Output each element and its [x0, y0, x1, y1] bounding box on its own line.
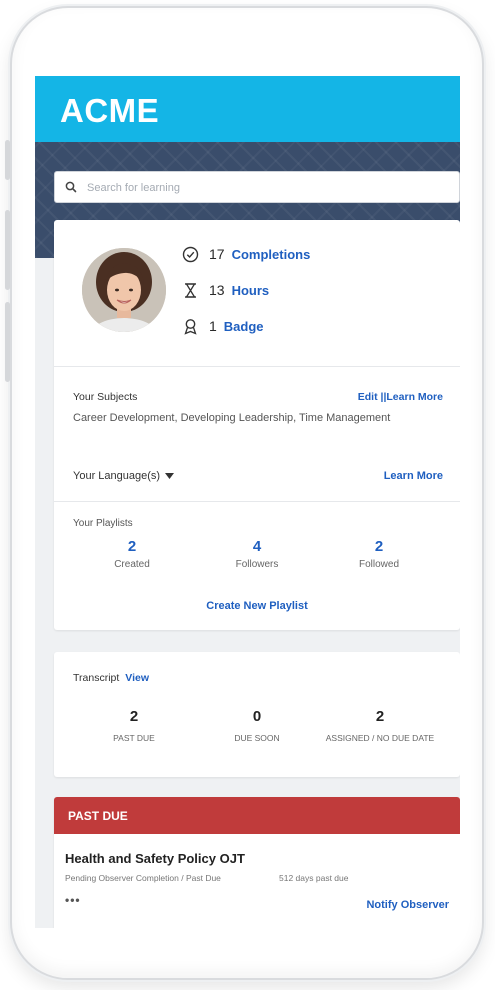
transcript-assigned-stat[interactable]: 2 ASSIGNED / NO DUE DATE: [310, 708, 450, 745]
assigned-label: ASSIGNED / NO DUE DATE: [325, 733, 435, 743]
playlists-followers-label: Followers: [235, 559, 279, 570]
phone-mute-switch: [5, 140, 10, 180]
avatar-photo: [82, 248, 166, 332]
badge-count: 1: [209, 318, 217, 334]
avatar[interactable]: [82, 248, 166, 332]
more-options-button[interactable]: •••: [65, 893, 81, 907]
transcript-due-soon-stat[interactable]: 0 DUE SOON: [187, 708, 327, 745]
past-due-count: 2: [129, 708, 139, 725]
completions-count: 17: [209, 246, 225, 262]
language-label: Your Language(s): [73, 470, 161, 482]
transcript-view-link[interactable]: View: [125, 672, 149, 684]
acme-logo[interactable]: ACME: [60, 92, 159, 130]
transcript-past-due-stat[interactable]: 2 PAST DUE: [64, 708, 204, 745]
playlists-created-label: Created: [114, 559, 150, 570]
transcript-heading: Transcript: [73, 672, 120, 684]
notify-observer-link[interactable]: Notify Observer: [366, 899, 449, 911]
create-new-playlist-link[interactable]: Create New Playlist: [54, 600, 460, 612]
playlists-created-stat[interactable]: 2 Created: [72, 538, 192, 570]
top-bar: ACME: [35, 76, 460, 142]
hours-stat[interactable]: 13 Hours: [182, 279, 269, 301]
search-icon: [65, 181, 77, 193]
assigned-count: 2: [375, 708, 385, 725]
hours-count: 13: [209, 282, 225, 298]
playlists-followers-stat[interactable]: 4 Followers: [197, 538, 317, 570]
phone-volume-up-button: [5, 210, 10, 290]
phone-volume-down-button: [5, 302, 10, 382]
playlists-followed-stat[interactable]: 2 Followed: [319, 538, 439, 570]
subjects-heading: Your Subjects: [73, 391, 138, 403]
completions-link[interactable]: Completions: [232, 247, 311, 262]
subjects-edit-learn-more-link[interactable]: Edit ||Learn More: [358, 391, 443, 403]
days-past-due: 512 days past due: [279, 873, 349, 883]
badge-stat[interactable]: 1 Badge: [182, 315, 264, 337]
hourglass-icon: [185, 282, 196, 298]
search-bar[interactable]: [54, 171, 460, 204]
transcript-header: Transcript View: [73, 672, 149, 684]
playlists-followers-count: 4: [252, 538, 262, 555]
playlists-heading: Your Playlists: [73, 518, 133, 529]
due-soon-label: DUE SOON: [234, 733, 280, 743]
subjects-list: Career Development, Developing Leadershi…: [73, 412, 391, 424]
badge-link[interactable]: Badge: [224, 319, 264, 334]
search-input[interactable]: [85, 172, 449, 204]
app-screen: ACME Search for learning 17 Completions …: [35, 76, 460, 928]
past-due-header: PAST DUE: [54, 797, 460, 834]
course-title[interactable]: Health and Safety Policy OJT: [65, 851, 245, 866]
past-due-label: PAST DUE: [113, 733, 155, 743]
due-soon-count: 0: [252, 708, 262, 725]
completions-stat[interactable]: 17 Completions: [182, 243, 310, 265]
past-due-title: PAST DUE: [68, 809, 128, 823]
badge-icon: [184, 318, 197, 335]
past-due-card: PAST DUE Health and Safety Policy OJT Pe…: [54, 797, 460, 928]
divider: [54, 366, 460, 367]
profile-card: 17 Completions 13 Hours 1 Badge Your Sub…: [54, 220, 460, 630]
language-dropdown[interactable]: Your Language(s): [73, 470, 175, 482]
hours-link[interactable]: Hours: [232, 283, 270, 298]
playlists-followed-count: 2: [374, 538, 384, 555]
caret-down-icon: [165, 473, 175, 479]
divider: [54, 501, 460, 502]
playlists-followed-label: Followed: [358, 559, 400, 570]
language-learn-more-link[interactable]: Learn More: [384, 470, 443, 482]
playlists-created-count: 2: [127, 538, 137, 555]
transcript-card: Transcript View 2 PAST DUE 0 DUE SOON 2 …: [54, 652, 460, 777]
course-status: Pending Observer Completion / Past Due: [65, 873, 221, 883]
check-circle-icon: [182, 246, 199, 262]
